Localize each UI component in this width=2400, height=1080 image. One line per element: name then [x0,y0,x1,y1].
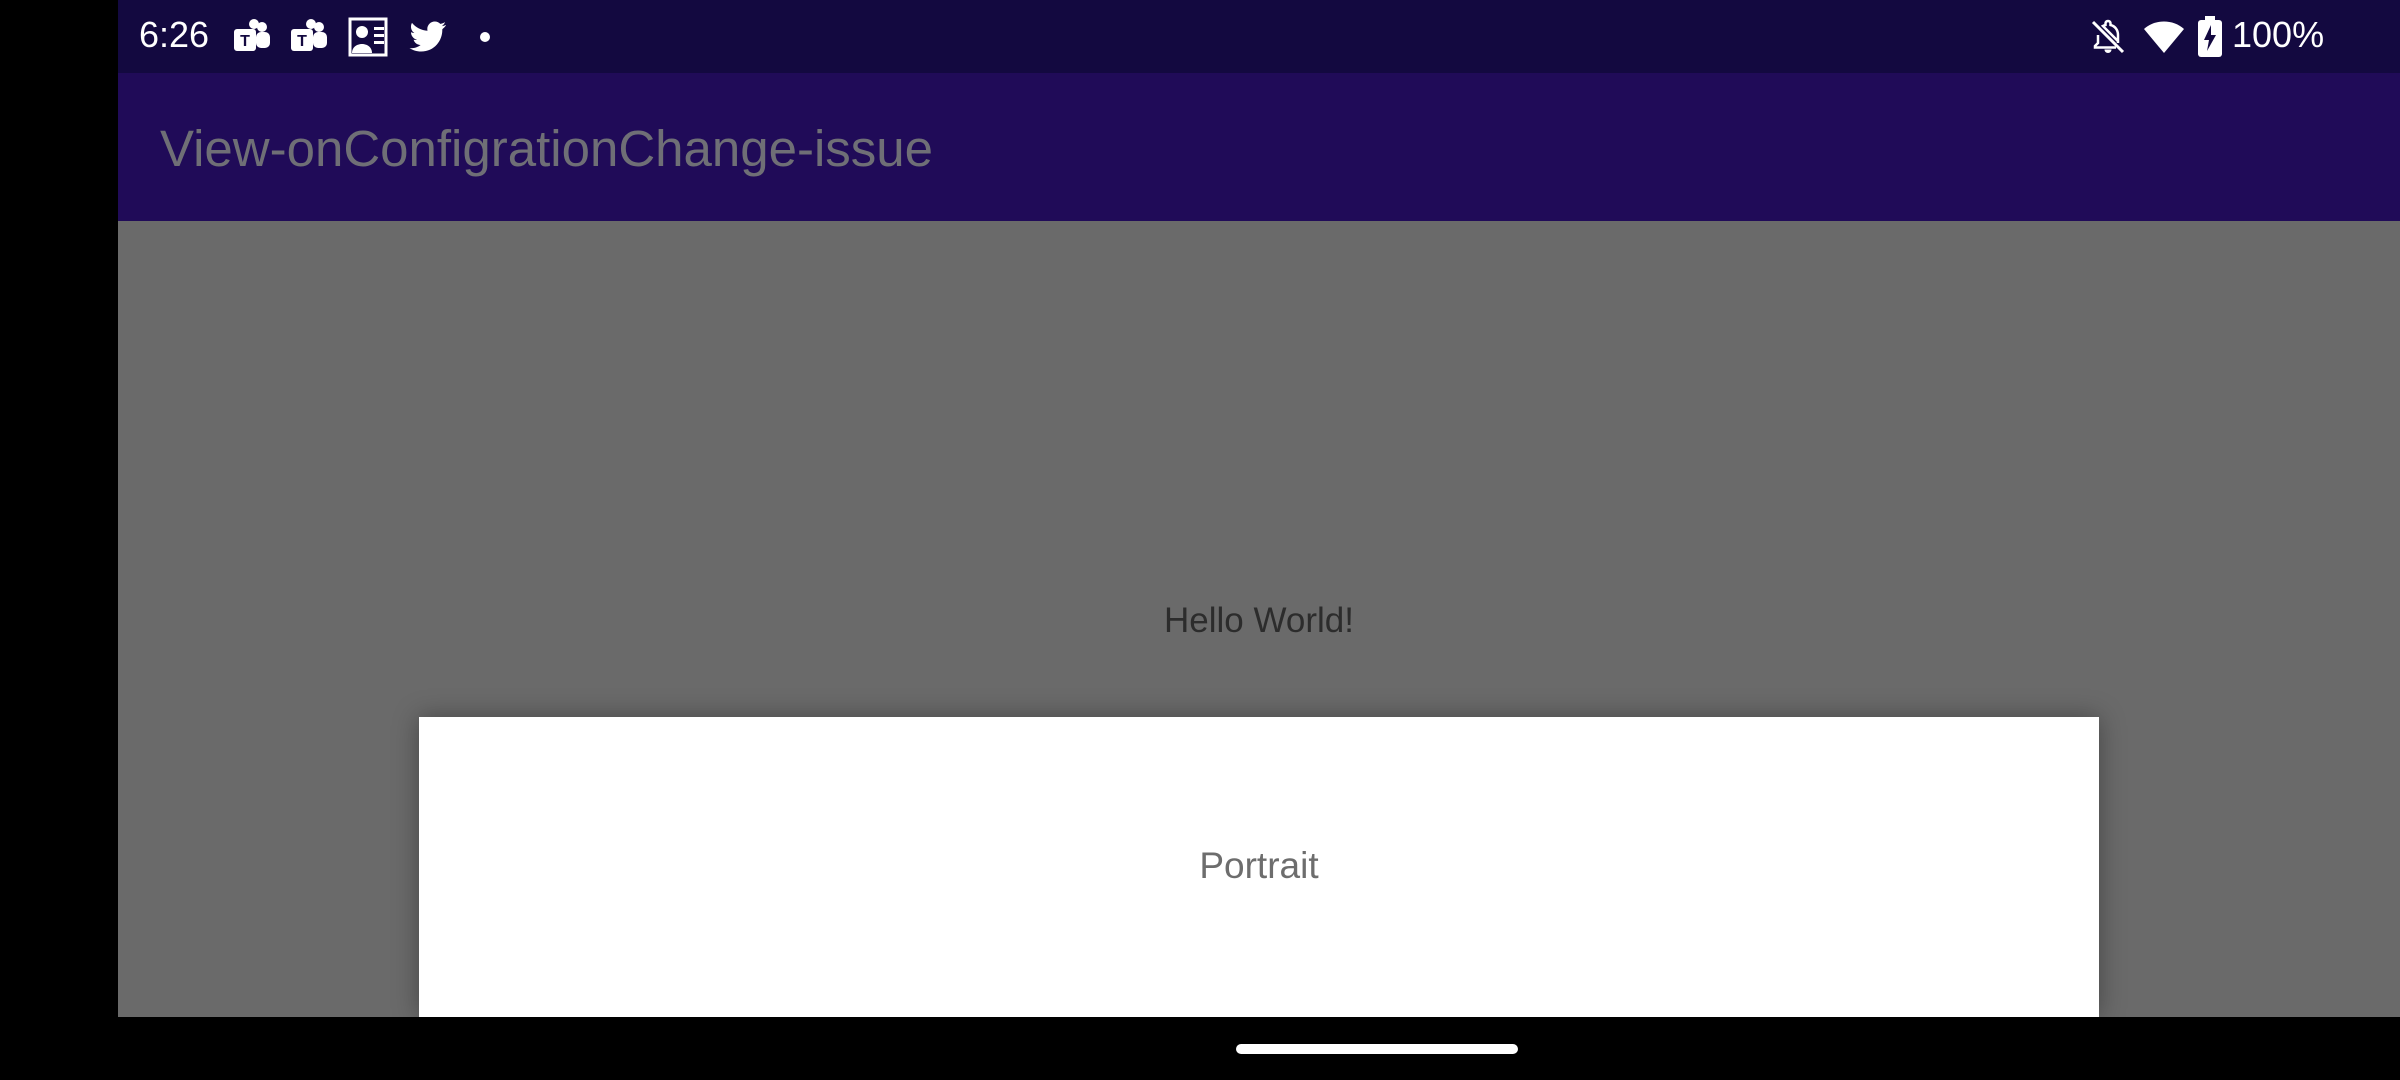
status-bar: 6:26 T T 100% [118,0,2400,73]
svg-text:T: T [297,33,307,50]
svg-text:T: T [240,33,250,50]
battery-charging-icon [2196,15,2224,59]
notifications-off-icon [2088,17,2128,57]
twitter-icon [408,17,448,57]
contacts-board-icon [348,17,388,57]
teams-icon: T [232,17,272,57]
wifi-icon [2142,15,2186,59]
battery-percentage: 100% [2232,14,2325,55]
more-notifications-dot [480,32,490,42]
status-time: 6:26 [139,14,210,55]
app-bar: View-onConfigrationChange-issue [118,73,2400,221]
orientation-dialog[interactable]: Portrait [419,717,2099,1017]
app-title: View-onConfigrationChange-issue [160,120,934,177]
teams-icon: T [289,17,329,57]
dialog-message: Portrait [1199,845,1319,886]
device-screen: 6:26 T T 100% View-onConfigrationChange-… [0,0,2400,1080]
display-cutout [0,0,118,1080]
hello-world-text: Hello World! [1164,601,1354,640]
navigation-bar [118,1017,2400,1080]
gesture-handle[interactable] [1236,1044,1518,1054]
